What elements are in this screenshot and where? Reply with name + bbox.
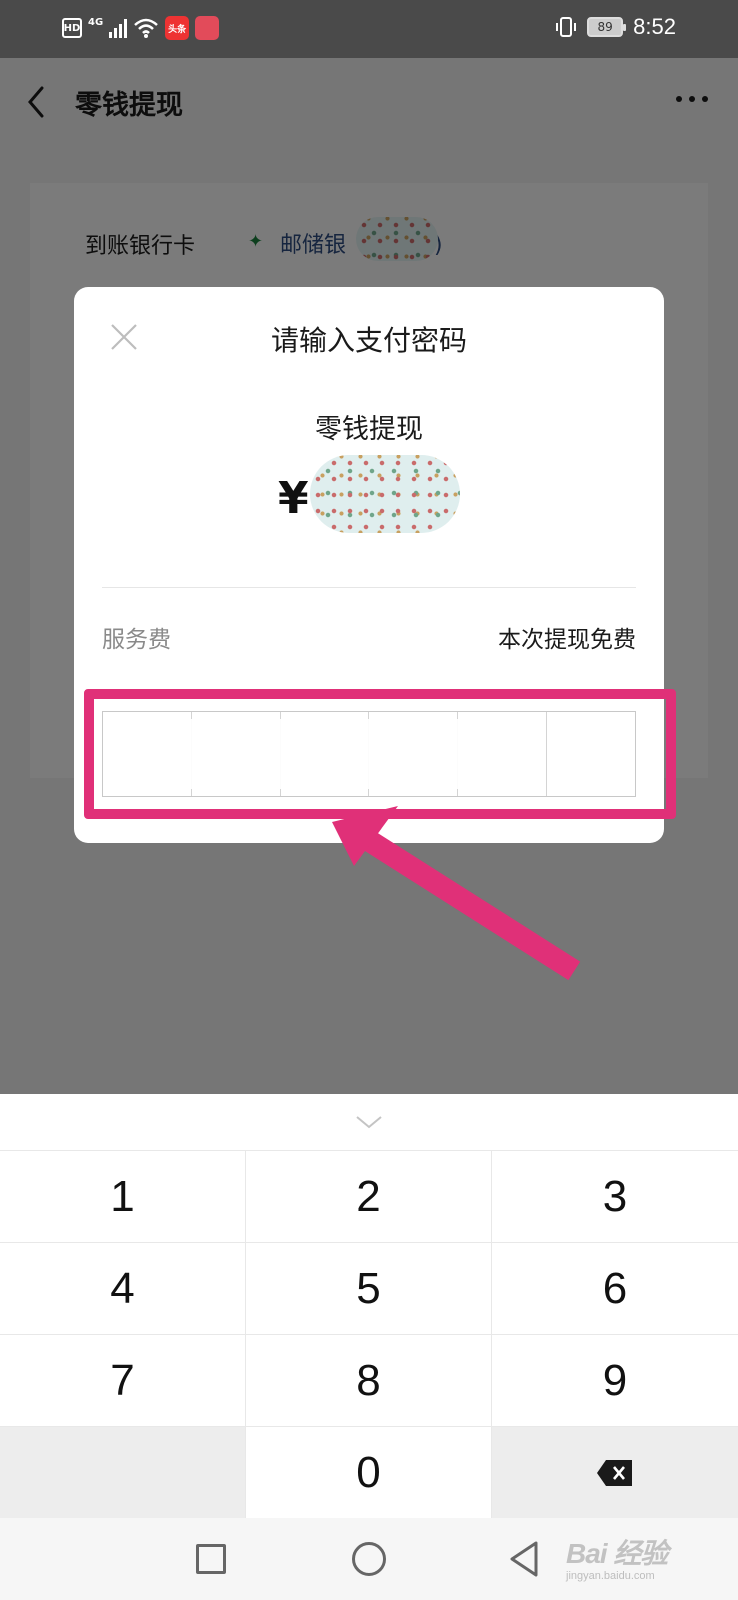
key-4[interactable]: 4 — [0, 1242, 246, 1334]
amount-redaction-mask — [310, 455, 460, 533]
service-fee-value: 本次提现免费 — [498, 627, 636, 653]
home-icon[interactable] — [352, 1542, 386, 1576]
watermark-main: Bai 经验 — [566, 1538, 668, 1569]
signal-icon — [109, 18, 128, 38]
divider — [102, 587, 636, 588]
service-fee-label: 服务费 — [102, 627, 171, 653]
toutiao-app-icon: 头条 — [165, 16, 190, 40]
key-6[interactable]: 6 — [492, 1242, 738, 1334]
watermark-sub: jingyan.baidu.com — [566, 1570, 655, 1582]
status-bar: HD 4G 头条 89 8:52 — [0, 0, 738, 58]
numeric-keyboard: 123 456 7890 — [0, 1094, 738, 1518]
currency-symbol: ¥ — [278, 473, 309, 524]
dialog-title: 请输入支付密码 — [270, 324, 467, 357]
status-right-icons: 89 8:52 — [555, 14, 676, 40]
key-9[interactable]: 9 — [492, 1334, 738, 1426]
status-left-icons: HD 4G 头条 — [62, 16, 220, 40]
huawei-app-icon — [195, 16, 220, 40]
baidu-watermark: Bai 经验 jingyan.baidu.com — [566, 1532, 668, 1582]
keypad-grid: 123 456 7890 — [0, 1150, 738, 1518]
back-triangle-icon[interactable] — [508, 1540, 540, 1578]
clock: 8:52 — [633, 14, 676, 39]
annotation-highlight-frame — [84, 689, 676, 819]
recent-apps-icon[interactable] — [196, 1544, 226, 1574]
system-nav-bar: Bai 经验 jingyan.baidu.com — [0, 1518, 738, 1600]
key-1[interactable]: 1 — [0, 1150, 246, 1242]
key-2[interactable]: 2 — [246, 1150, 492, 1242]
key-8[interactable]: 8 — [246, 1334, 492, 1426]
dialog-subtitle: 零钱提现 — [315, 414, 423, 445]
vibrate-icon — [556, 17, 577, 37]
key-3[interactable]: 3 — [492, 1150, 738, 1242]
battery-icon: 89 — [587, 17, 627, 37]
network-type: 4G — [88, 16, 104, 28]
key-blank — [0, 1426, 246, 1518]
backspace-icon — [597, 1459, 632, 1486]
chevron-down-icon[interactable] — [354, 1112, 384, 1132]
hd-badge: HD — [62, 18, 82, 38]
key-delete[interactable] — [492, 1426, 738, 1518]
key-7[interactable]: 7 — [0, 1334, 246, 1426]
wifi-icon — [134, 18, 159, 38]
key-5[interactable]: 5 — [246, 1242, 492, 1334]
key-0[interactable]: 0 — [246, 1426, 492, 1518]
